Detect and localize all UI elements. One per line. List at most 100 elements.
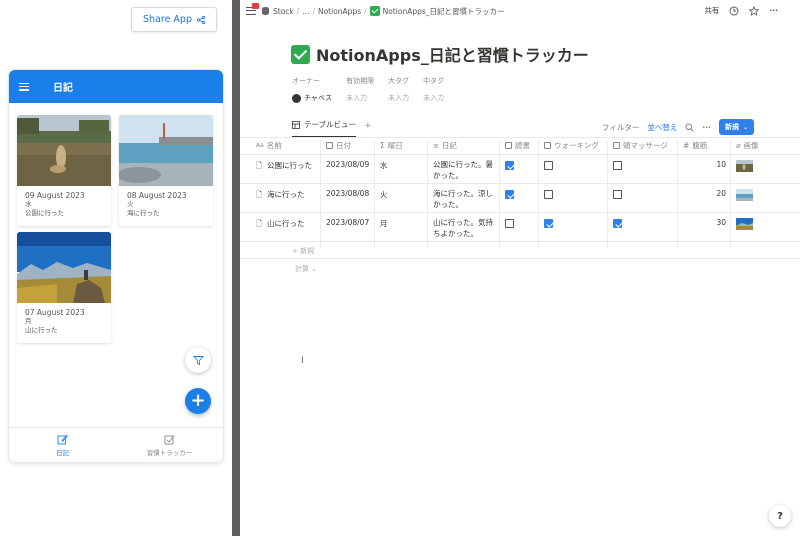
calendar-icon [326, 142, 333, 149]
row-diary[interactable]: 公園に行った。暑かった。 [433, 159, 499, 181]
menu-icon[interactable] [19, 82, 29, 91]
add-view-button[interactable]: + [364, 121, 372, 131]
walking-checkbox[interactable] [544, 219, 553, 228]
breadcrumb-stock[interactable]: Stock [273, 7, 294, 16]
share-app-button[interactable]: Share App [131, 7, 217, 32]
property-label: 大タグ [388, 77, 410, 85]
row-pushups[interactable]: 30 [706, 218, 726, 227]
row-diary[interactable]: 山に行った。気持ちよかった。 [433, 217, 499, 239]
reading-checkbox[interactable] [505, 190, 514, 199]
column-divider [677, 140, 678, 248]
property-value: 未入力 [423, 94, 445, 102]
diary-card[interactable]: 08 August 2023 火 海に行った [119, 115, 213, 226]
breadcrumb-current-page[interactable]: NotionApps_日記と習慣トラッカー [383, 6, 505, 17]
topbar-actions: 共有 ··· [704, 5, 778, 16]
new-button[interactable]: 新規 ⌄ [718, 119, 754, 135]
row-date[interactable]: 2023/08/08 [326, 189, 369, 198]
row-diary[interactable]: 海に行った。涼しかった。 [433, 188, 499, 210]
diary-card[interactable]: 09 August 2023 水 公園に行った [17, 115, 111, 226]
breadcrumb-ellipsis[interactable]: ... [302, 7, 309, 16]
massage-checkbox[interactable] [613, 219, 622, 228]
card-date: 08 August 2023 [127, 191, 187, 200]
tab-table-view[interactable]: テーブルビュー [292, 118, 357, 137]
mobile-app-frame: 日記 09 August 2023 水 公園に行った 08 August 202… [9, 70, 223, 462]
edit-icon [57, 434, 68, 444]
column-header-diary[interactable]: ≡ 日記 [433, 140, 457, 151]
park-photo [17, 115, 111, 186]
share-app-label: Share App [143, 14, 192, 25]
share-button[interactable]: 共有 [704, 5, 719, 16]
row-name[interactable]: 公園に行った [267, 160, 312, 171]
add-row-button[interactable]: + 新規 [292, 246, 314, 256]
property-minor-tag[interactable]: 中タグ 未入力 [423, 76, 444, 103]
attachment-icon: ⌀ [736, 141, 741, 150]
walking-checkbox[interactable] [544, 190, 553, 199]
check-icon [291, 44, 310, 64]
plus-icon: + [292, 247, 301, 255]
help-button[interactable]: ? [769, 505, 791, 527]
massage-checkbox[interactable] [613, 161, 622, 170]
divider [240, 212, 800, 213]
column-header-walking[interactable]: ウォーキング [544, 140, 599, 151]
checkbox-icon [164, 435, 175, 444]
pane-splitter[interactable] [232, 0, 240, 536]
nav-item-habit-tracker[interactable]: 習慣トラッカー [116, 428, 223, 462]
park-thumbnail[interactable] [736, 160, 753, 172]
star-icon[interactable] [749, 5, 760, 16]
sea-photo [119, 115, 213, 186]
sidebar-toggle-icon[interactable] [246, 3, 259, 15]
mountain-thumbnail[interactable] [736, 218, 753, 230]
text-type-icon: Aa [256, 142, 264, 149]
share-icon [197, 15, 205, 24]
add-entry-button[interactable]: + [185, 388, 211, 414]
column-divider [427, 140, 428, 248]
sort-button[interactable]: 並べ替え [647, 122, 677, 133]
nav-item-diary[interactable]: 日記 [9, 428, 116, 462]
property-major-tag[interactable]: 大タグ 未入力 [388, 76, 409, 103]
column-header-weekday[interactable]: Σ 曜日 [380, 140, 403, 151]
filter-button[interactable]: フィルター [602, 122, 639, 133]
filter-button[interactable] [185, 347, 211, 373]
text-cursor-icon: I [301, 356, 304, 366]
checkbox-icon [505, 142, 512, 149]
view-options-icon[interactable]: ··· [702, 123, 711, 132]
column-header-name[interactable]: Aa 名前 [256, 140, 282, 151]
row-pushups[interactable]: 10 [706, 160, 726, 169]
row-name[interactable]: 海に行った [267, 189, 305, 200]
page-doc-icon: 🗋 [256, 190, 263, 199]
reading-checkbox[interactable] [505, 161, 514, 170]
diary-card[interactable]: 07 August 2023 月 山に行った [17, 232, 111, 343]
column-divider [607, 140, 608, 248]
clock-icon[interactable] [729, 6, 739, 16]
checkbox-icon [544, 142, 551, 149]
column-label: 画像 [743, 141, 759, 150]
row-date[interactable]: 2023/08/09 [326, 160, 369, 169]
column-header-pushups[interactable]: # 腹筋 [683, 140, 707, 151]
property-owner[interactable]: オーナー チャベス [292, 76, 332, 103]
column-divider [374, 140, 375, 248]
reading-checkbox[interactable] [505, 219, 514, 228]
column-header-massage[interactable]: 頭マッサージ [613, 140, 668, 151]
text-lines-icon: ≡ [433, 141, 439, 150]
card-text: 山に行った [25, 326, 58, 334]
column-label: 曜日 [387, 141, 403, 150]
calculate-button[interactable]: 計算 ⌄ [295, 264, 317, 274]
walking-checkbox[interactable] [544, 161, 553, 170]
search-icon[interactable] [685, 122, 695, 132]
page-title-text: NotionApps_日記と習慣トラッカー [316, 46, 589, 65]
breadcrumb-notionapps[interactable]: NotionApps [318, 7, 361, 16]
checkbox-icon [613, 142, 620, 149]
divider [240, 137, 800, 138]
property-due[interactable]: 有効期限 未入力 [346, 76, 374, 103]
row-date[interactable]: 2023/08/07 [326, 218, 369, 227]
divider [240, 258, 800, 259]
column-header-image[interactable]: ⌀ 画像 [736, 140, 759, 151]
sea-thumbnail[interactable] [736, 189, 753, 201]
property-value: 未入力 [346, 94, 368, 102]
column-header-reading[interactable]: 読書 [505, 140, 530, 151]
more-options-icon[interactable]: ··· [769, 6, 778, 15]
row-name[interactable]: 山に行った [267, 218, 305, 229]
massage-checkbox[interactable] [613, 190, 622, 199]
row-pushups[interactable]: 20 [706, 189, 726, 198]
column-header-date[interactable]: 日付 [326, 140, 351, 151]
